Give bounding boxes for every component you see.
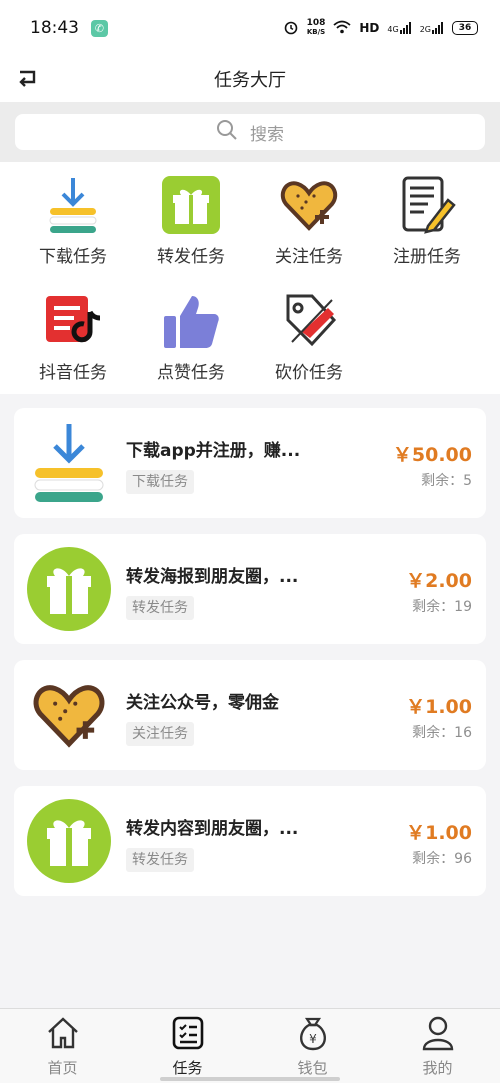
task-name: 关注公众号，零佣金 (126, 693, 279, 713)
search-icon (216, 119, 238, 146)
task-card[interactable]: 转发海报到朋友圈，... 转发任务 ￥2.00 剩余：19 (14, 534, 486, 644)
task-name: 转发海报到朋友圈，... (126, 567, 299, 587)
category-label: 关注任务 (275, 247, 343, 267)
task-card[interactable]: 转发内容到朋友圈，... 转发任务 ￥1.00 剩余：96 (14, 786, 486, 896)
category-douyin[interactable]: 抖音任务 (14, 290, 132, 394)
category-label: 注册任务 (393, 247, 461, 267)
tab-label: 钱包 (297, 1059, 328, 1077)
task-remaining: 剩余：5 (421, 473, 472, 489)
signal-4g-label: 4G (387, 25, 399, 34)
category-label: 抖音任务 (39, 363, 107, 383)
task-tag: 下载任务 (126, 470, 194, 494)
wifi-icon (333, 20, 351, 37)
task-tag: 转发任务 (126, 596, 194, 620)
category-label: 转发任务 (157, 247, 225, 267)
gift-icon (26, 798, 112, 884)
network-speed-value: 108 (306, 18, 326, 28)
status-bar: 18:43 ✆ 108 KB/S HD 4G 2G 36 (0, 0, 500, 56)
task-price: ￥50.00 (392, 444, 472, 466)
thumbs-up-icon (160, 290, 222, 352)
profile-icon (419, 1013, 457, 1053)
task-tag: 关注任务 (126, 722, 194, 746)
tab-label: 我的 (422, 1059, 453, 1077)
tab-profile[interactable]: 我的 (375, 1013, 500, 1083)
signal-2g-label: 2G (419, 25, 431, 34)
home-icon (44, 1013, 82, 1053)
search-placeholder: 搜索 (250, 124, 284, 145)
signal-4g-icon: 4G (387, 22, 411, 34)
network-speed: 108 KB/S (307, 19, 326, 37)
download-icon (42, 174, 104, 236)
task-list-icon (169, 1013, 207, 1053)
search-input[interactable]: 搜索 (15, 114, 485, 150)
task-remaining: 剩余：16 (412, 725, 472, 741)
gift-icon (160, 174, 222, 236)
nav-bar: 任务大厅 (0, 56, 500, 102)
category-register[interactable]: 注册任务 (368, 174, 486, 278)
status-time: 18:43 (30, 18, 79, 38)
tab-home[interactable]: 首页 (0, 1013, 125, 1083)
task-price: ￥1.00 (406, 696, 472, 718)
category-label: 点赞任务 (157, 363, 225, 383)
download-icon (26, 420, 112, 506)
category-forward[interactable]: 转发任务 (132, 174, 250, 278)
register-icon (396, 174, 458, 236)
task-remaining: 剩余：19 (412, 599, 472, 615)
back-icon[interactable] (14, 64, 42, 92)
search-section: 搜索 (0, 102, 500, 162)
task-remaining: 剩余：96 (412, 851, 472, 867)
phone-call-icon: ✆ (91, 19, 108, 37)
task-card[interactable]: 下载app并注册，赚... 下载任务 ￥50.00 剩余：5 (14, 408, 486, 518)
heart-plus-icon (26, 672, 112, 758)
signal-2g-icon: 2G (420, 22, 444, 34)
tab-bar: 首页 任务 ¥ 钱包 我的 (0, 1008, 500, 1083)
tab-wallet[interactable]: ¥ 钱包 (250, 1013, 375, 1083)
task-name: 下载app并注册，赚... (126, 441, 301, 461)
task-tag: 转发任务 (126, 848, 194, 872)
wallet-icon: ¥ (294, 1013, 332, 1053)
category-download[interactable]: 下载任务 (14, 174, 132, 278)
tab-label: 任务 (172, 1059, 203, 1077)
category-follow[interactable]: 关注任务 (250, 174, 368, 278)
tab-label: 首页 (47, 1059, 78, 1077)
status-icons: 108 KB/S HD 4G 2G 36 (283, 19, 478, 38)
category-label: 下载任务 (39, 247, 107, 267)
alarm-icon (283, 19, 299, 38)
task-name: 转发内容到朋友圈，... (126, 819, 299, 839)
task-price: ￥1.00 (406, 822, 472, 844)
tiktok-icon (42, 290, 104, 352)
category-label: 砍价任务 (275, 363, 343, 383)
hd-label: HD (359, 21, 380, 35)
category-like[interactable]: 点赞任务 (132, 290, 250, 394)
category-bargain[interactable]: 砍价任务 (250, 290, 368, 394)
task-price: ￥2.00 (406, 570, 472, 592)
home-indicator (160, 1077, 340, 1081)
tab-tasks[interactable]: 任务 (125, 1013, 250, 1083)
bargain-tag-icon (278, 290, 340, 352)
category-grid: 下载任务 转发任务 关注任务 注册任务 抖音任务 点赞任务 砍价任务 (0, 162, 500, 394)
battery-icon: 36 (452, 21, 478, 35)
page-title: 任务大厅 (214, 70, 286, 91)
heart-plus-icon (278, 174, 340, 236)
task-card[interactable]: 关注公众号，零佣金 关注任务 ￥1.00 剩余：16 (14, 660, 486, 770)
network-speed-unit: KB/S (306, 28, 326, 36)
gift-icon (26, 546, 112, 632)
svg-text:¥: ¥ (309, 1032, 317, 1046)
